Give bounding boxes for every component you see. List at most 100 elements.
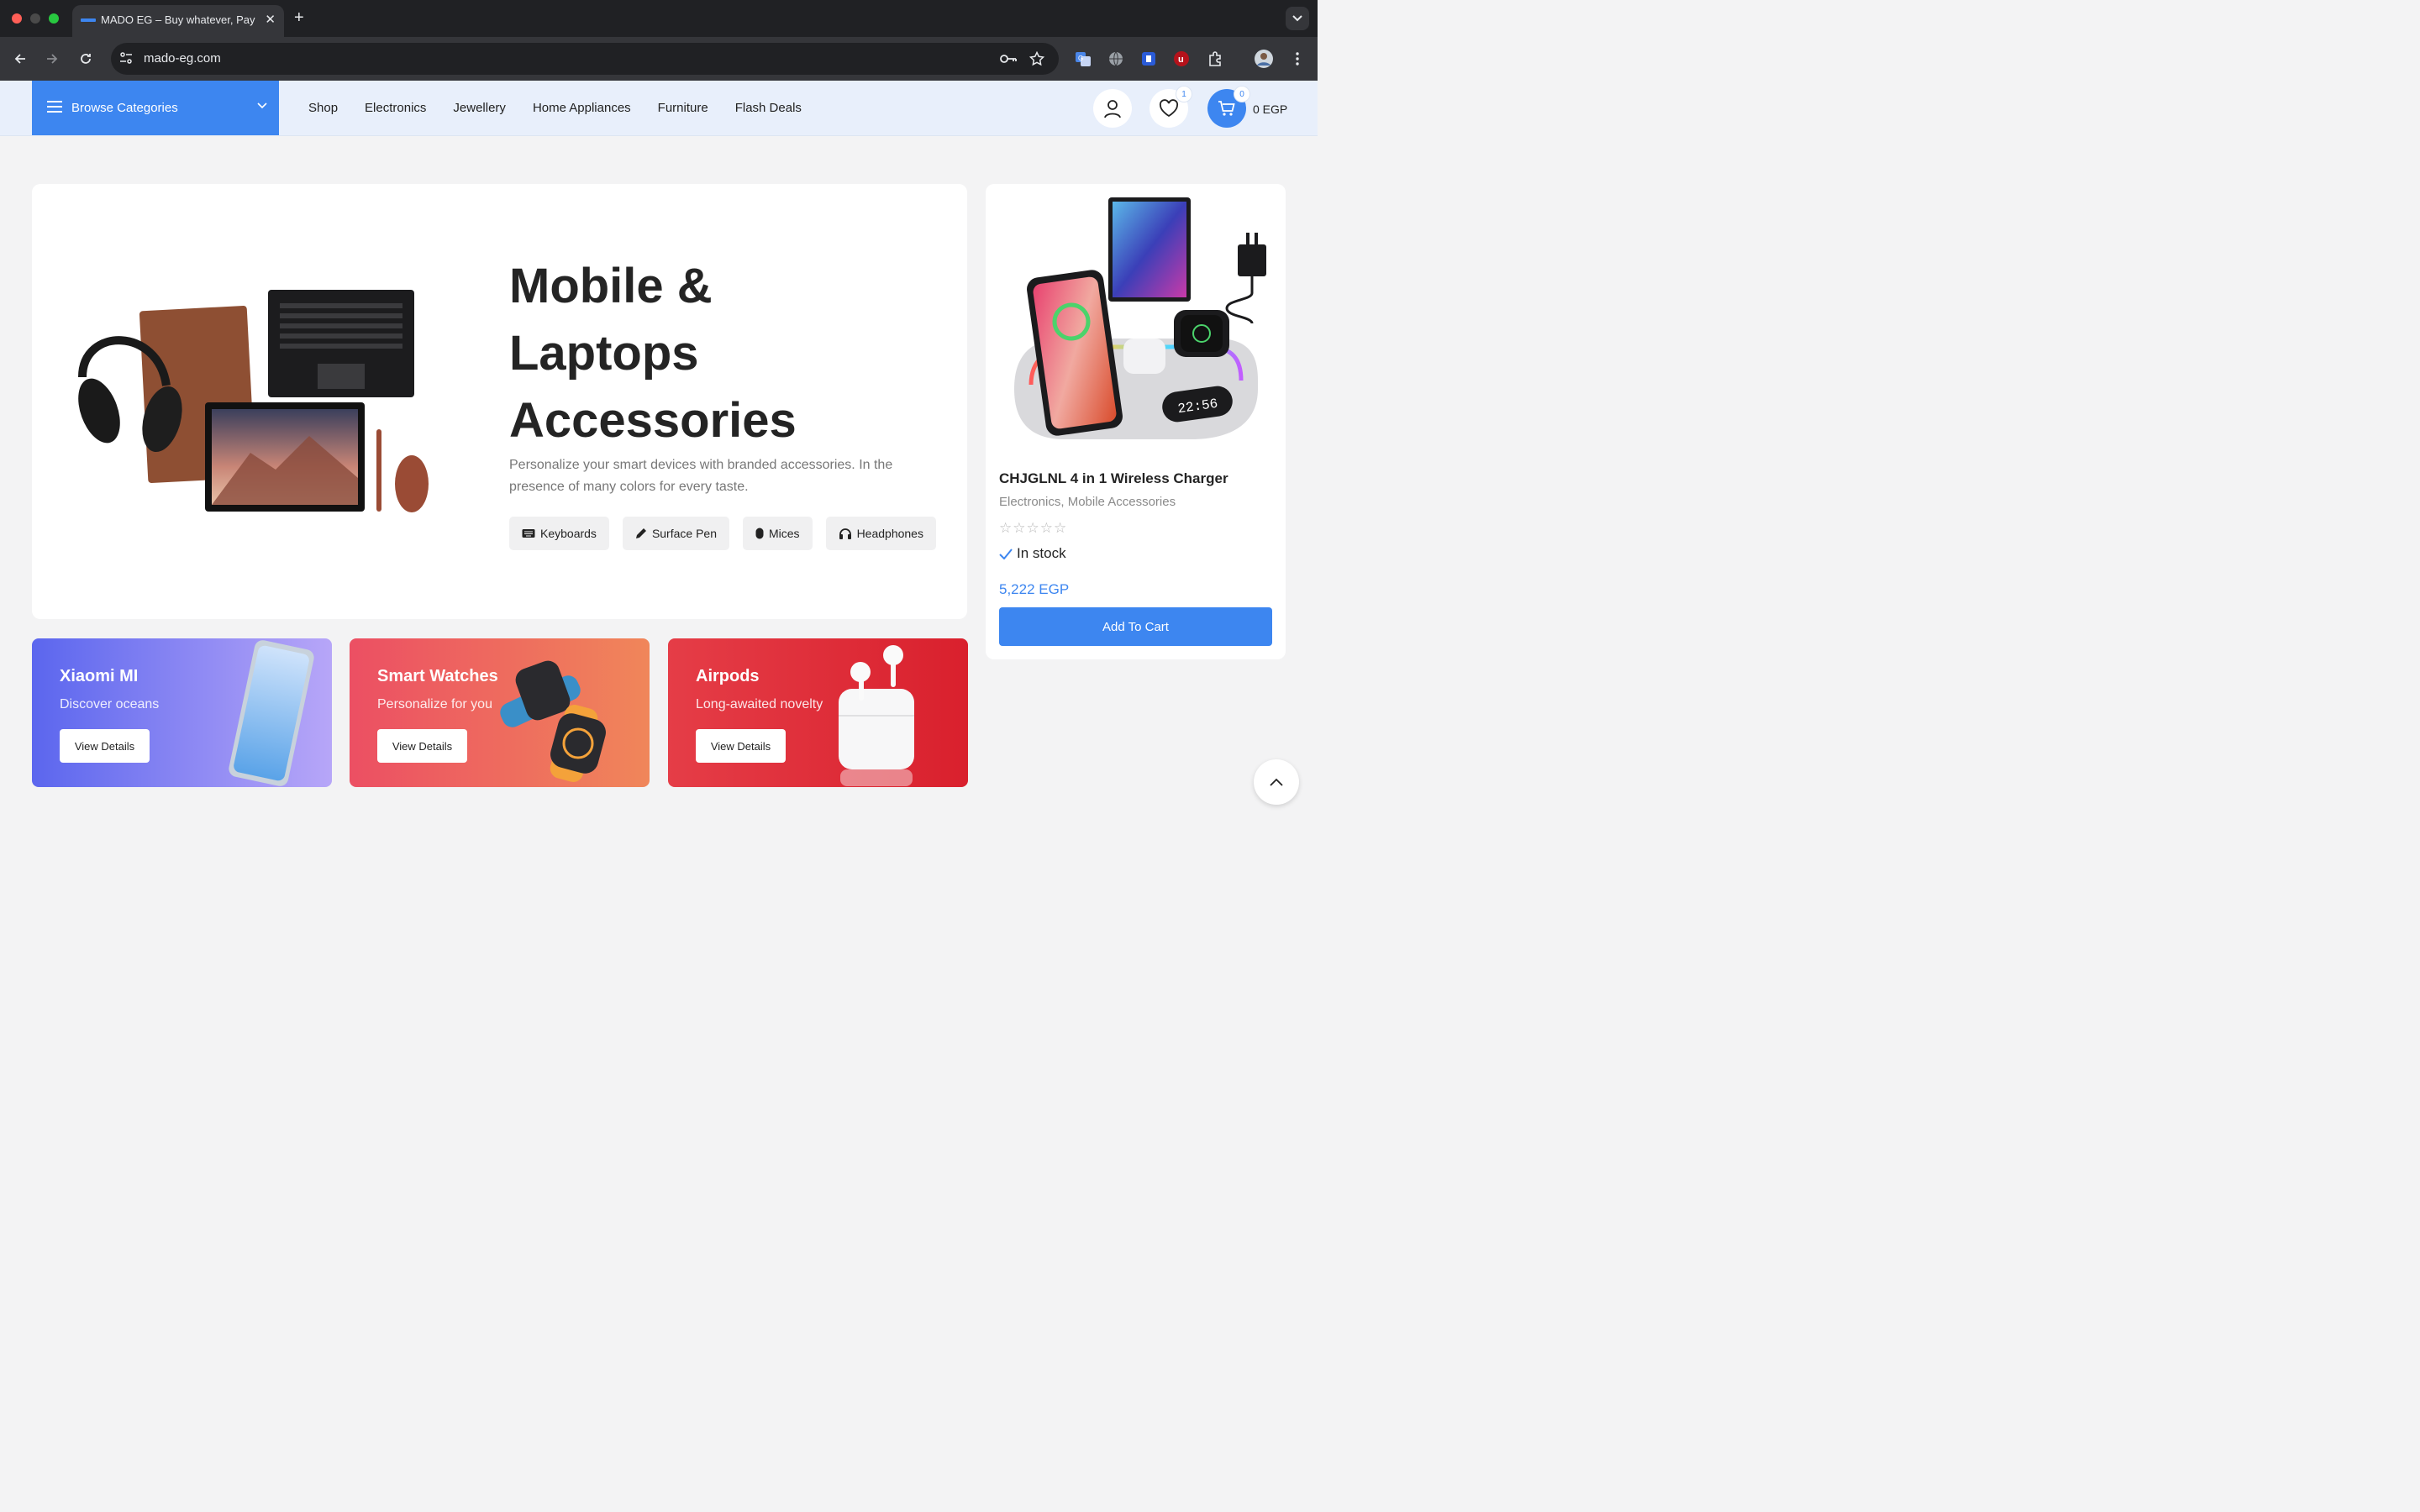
hero-description: Personalize your smart devices with bran…	[509, 458, 893, 494]
nav-link-jewellery[interactable]: Jewellery	[453, 101, 506, 115]
view-details-button[interactable]: View Details	[696, 729, 786, 763]
close-window-button[interactable]	[12, 13, 22, 24]
nav-link-shop[interactable]: Shop	[308, 101, 338, 115]
banner-subtitle: Long-awaited novelty	[696, 697, 823, 711]
tab-search-button[interactable]	[1286, 7, 1309, 30]
banner-subtitle: Personalize for you	[377, 697, 492, 711]
extensions-puzzle-icon[interactable]	[1206, 50, 1224, 68]
banner-title: Smart Watches	[377, 667, 498, 685]
nav-link-furniture[interactable]: Furniture	[658, 101, 708, 115]
tab-close-icon[interactable]: ✕	[265, 12, 276, 27]
check-icon	[999, 548, 1013, 559]
new-tab-button[interactable]: +	[294, 8, 304, 28]
ublock-extension-icon[interactable]: u	[1172, 50, 1191, 68]
main-navigation: Shop Electronics Jewellery Home Applianc…	[308, 101, 829, 115]
wishlist-count-badge: 1	[1176, 87, 1192, 102]
chip-headphones[interactable]: Headphones	[825, 517, 936, 550]
category-separator: ,	[1060, 495, 1068, 509]
globe-extension-icon[interactable]	[1107, 50, 1125, 68]
stock-status: In stock	[999, 545, 1066, 562]
site-header: Browse Categories Shop Electronics Jewel…	[0, 81, 1318, 136]
cart-count-badge: 0	[1234, 87, 1249, 102]
nav-link-home-appliances[interactable]: Home Appliances	[533, 101, 631, 115]
hero-title-line: Mobile &	[509, 259, 713, 313]
chip-label: Keyboards	[540, 527, 597, 540]
svg-text:u: u	[1178, 55, 1184, 65]
accessories-hero-image	[78, 290, 429, 512]
minimize-window-button[interactable]	[30, 13, 40, 24]
browser-menu-icon[interactable]	[1288, 50, 1307, 68]
chip-label: Surface Pen	[651, 527, 717, 540]
reload-button[interactable]	[76, 50, 95, 68]
product-category-link[interactable]: Electronics	[999, 495, 1060, 509]
chip-label: Headphones	[856, 527, 923, 540]
mouse-icon	[755, 528, 764, 539]
banner-subtitle: Discover oceans	[60, 697, 160, 711]
site-settings-icon[interactable]	[119, 51, 133, 65]
chip-mices[interactable]: Mices	[743, 517, 813, 550]
browse-categories-button[interactable]: Browse Categories	[32, 81, 279, 135]
tab-title: MADO EG – Buy whatever, Pay less	[101, 13, 257, 26]
chevron-down-icon	[257, 102, 267, 109]
smart-watches-image	[500, 660, 606, 782]
airpods-image	[839, 645, 914, 786]
product-rating-stars: ☆☆☆☆☆	[999, 520, 1068, 536]
arrow-right-icon	[47, 54, 58, 64]
hero-banner: Mobile & Laptops Accessories Personalize…	[32, 184, 967, 619]
banner-title: Xiaomi MI	[60, 667, 139, 685]
arrow-left-icon	[14, 54, 25, 64]
wishlist-button[interactable]: 1	[1150, 87, 1192, 128]
pen-icon	[635, 528, 646, 538]
product-name[interactable]: CHJGLNL 4 in 1 Wireless Charger	[999, 470, 1228, 487]
browser-tab[interactable]: MADO EG – Buy whatever, Pay less ✕	[72, 5, 284, 37]
forward-button[interactable]	[43, 50, 61, 68]
product-category-link[interactable]: Mobile Accessories	[1068, 495, 1176, 509]
product-price: 5,222 EGP	[999, 581, 1070, 597]
url-text: mado-eg.com	[144, 51, 221, 66]
view-details-button[interactable]: View Details	[377, 729, 467, 763]
shield-extension-icon[interactable]	[1139, 50, 1158, 68]
product-categories: Electronics, Mobile Accessories	[999, 495, 1176, 509]
chevron-down-icon	[1292, 15, 1302, 22]
cart-button[interactable]: 0	[1207, 87, 1249, 128]
heart-icon	[1159, 99, 1179, 118]
hero-title-line: Laptops	[509, 326, 699, 381]
chevron-up-icon	[1270, 778, 1283, 786]
chip-keyboards[interactable]: Keyboards	[509, 517, 609, 550]
headphones-icon	[839, 528, 851, 539]
chip-label: Mices	[769, 527, 800, 540]
browser-tab-bar: MADO EG – Buy whatever, Pay less ✕ +	[0, 0, 1318, 37]
promo-banner-smart-watches[interactable]: Smart Watches Personalize for you View D…	[350, 638, 650, 787]
cart-total[interactable]: 0 EGP	[1253, 102, 1287, 116]
promo-banner-airpods[interactable]: Airpods Long-awaited novelty View Detail…	[668, 638, 968, 787]
hero-title-line: Accessories	[509, 393, 797, 448]
hamburger-menu-icon	[47, 101, 62, 113]
keyboard-icon	[522, 529, 535, 538]
add-to-cart-button[interactable]: Add To Cart	[999, 607, 1272, 646]
cart-icon	[1218, 101, 1235, 116]
promo-banner-xiaomi[interactable]: Xiaomi MI Discover oceans View Details	[32, 638, 332, 787]
nav-link-electronics[interactable]: Electronics	[365, 101, 426, 115]
bookmark-star-icon[interactable]	[1029, 51, 1044, 66]
password-key-icon[interactable]	[999, 51, 1018, 66]
profile-avatar[interactable]	[1255, 50, 1273, 68]
view-details-button[interactable]: View Details	[60, 729, 150, 763]
hero-title: Mobile & Laptops Accessories	[509, 253, 946, 454]
address-bar[interactable]: mado-eg.com	[111, 43, 1059, 75]
wireless-charger-product-image[interactable]: 22:56	[997, 196, 1275, 465]
reload-icon	[81, 54, 91, 64]
browser-toolbar: mado-eg.com G u	[0, 37, 1318, 81]
browse-categories-label: Browse Categories	[71, 101, 178, 115]
nav-link-flash-deals[interactable]: Flash Deals	[735, 101, 802, 115]
chip-surface-pen[interactable]: Surface Pen	[622, 517, 729, 550]
scroll-to-top-button[interactable]	[1254, 759, 1299, 805]
svg-text:G: G	[1078, 55, 1083, 62]
banner-title: Airpods	[696, 667, 760, 685]
site-favicon-icon	[81, 18, 96, 22]
back-button[interactable]	[11, 50, 29, 68]
maximize-window-button[interactable]	[49, 13, 59, 24]
translate-extension-icon[interactable]: G	[1074, 50, 1092, 68]
account-button[interactable]	[1093, 89, 1132, 128]
xiaomi-phone-image	[229, 640, 314, 786]
stock-status-text: In stock	[1017, 545, 1066, 561]
